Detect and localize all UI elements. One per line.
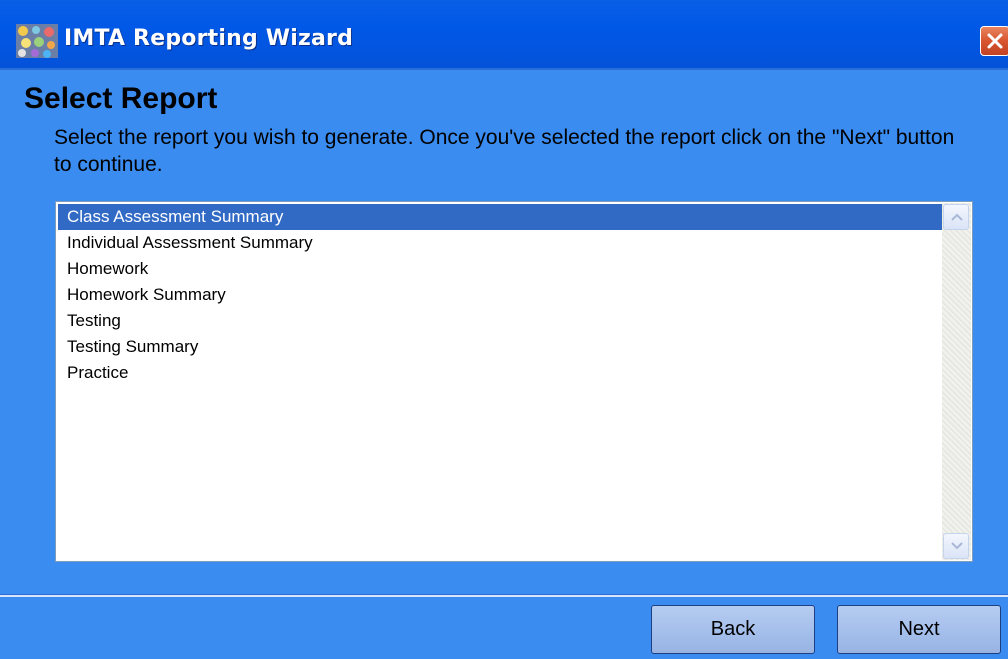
scroll-up-icon (951, 213, 963, 221)
title-bar[interactable]: IMTA Reporting Wizard (0, 0, 1008, 70)
app-icon (16, 24, 58, 58)
report-listbox[interactable]: Class Assessment Summary Individual Asse… (55, 201, 973, 562)
instructions-text: Select the report you wish to generate. … (54, 126, 955, 176)
next-button[interactable]: Next (837, 605, 1001, 654)
scroll-up-button[interactable] (943, 204, 969, 230)
list-item-testing[interactable]: Testing (58, 308, 942, 334)
footer-separator (0, 594, 1008, 597)
vertical-scrollbar[interactable] (942, 203, 971, 560)
scroll-down-button[interactable] (943, 533, 969, 559)
report-list: Class Assessment Summary Individual Asse… (58, 204, 942, 386)
scroll-down-icon (951, 542, 963, 550)
list-item-individual-assessment-summary[interactable]: Individual Assessment Summary (58, 230, 942, 256)
back-button[interactable]: Back (651, 605, 815, 654)
list-item-homework[interactable]: Homework (58, 256, 942, 282)
close-button[interactable] (980, 26, 1008, 56)
wizard-content: Select Report Select the report you wish… (0, 70, 1008, 659)
list-item-class-assessment-summary[interactable]: Class Assessment Summary (58, 204, 942, 230)
list-item-testing-summary[interactable]: Testing Summary (58, 334, 942, 360)
list-item-practice[interactable]: Practice (58, 360, 942, 386)
page-title: Select Report (24, 82, 218, 115)
window-title: IMTA Reporting Wizard (64, 26, 354, 51)
wizard-window: IMTA Reporting Wizard Select Report Sele… (0, 0, 1008, 659)
list-item-homework-summary[interactable]: Homework Summary (58, 282, 942, 308)
close-icon (987, 33, 1003, 49)
